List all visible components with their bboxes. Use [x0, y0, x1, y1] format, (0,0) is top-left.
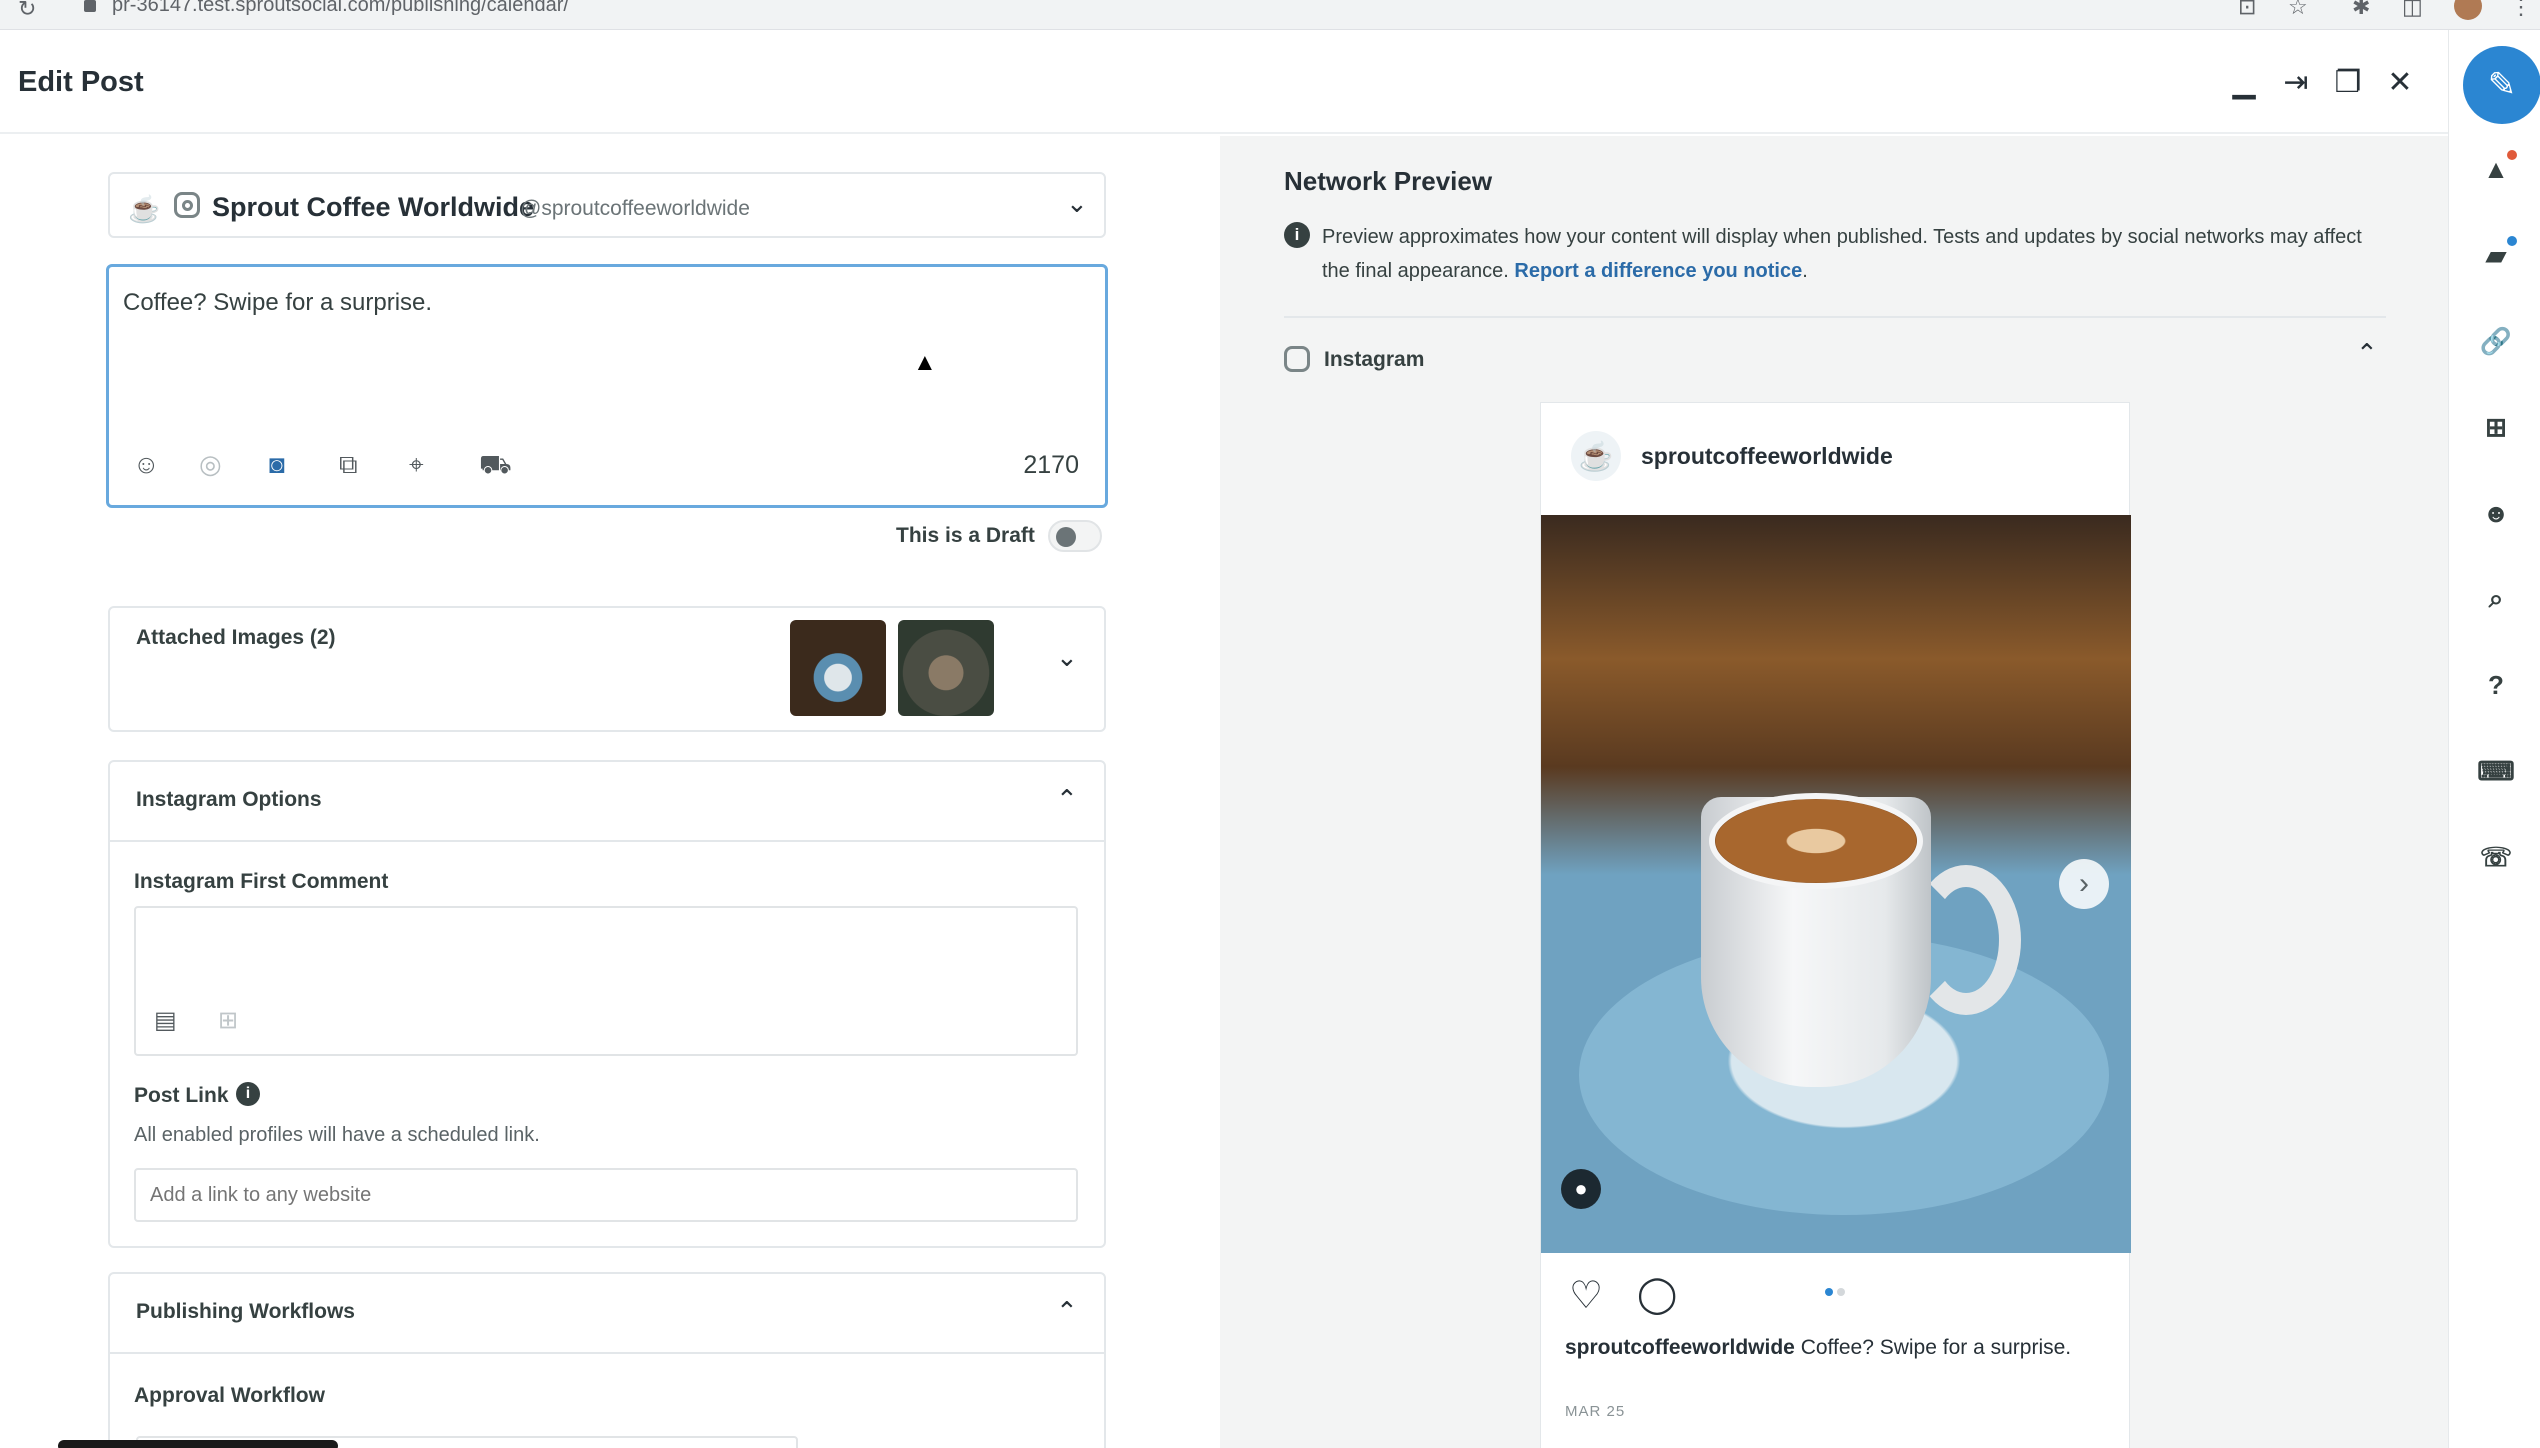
post-link-helper: All enabled profiles will have a schedul… [134, 1124, 540, 1146]
close-icon[interactable]: ✕ [2382, 64, 2418, 100]
chevron-up-icon[interactable]: ⌄ [1056, 782, 1078, 813]
help-icon[interactable]: ? [2479, 668, 2513, 702]
emoji-icon[interactable]: ☺ [133, 449, 160, 480]
instagram-options-section: Instagram Options ⌄ Instagram First Comm… [108, 760, 1106, 1248]
instagram-icon [1284, 346, 1310, 372]
draft-toggle[interactable] [1048, 520, 1102, 552]
compose-button[interactable]: ✎ [2463, 46, 2540, 124]
lock-icon [84, 0, 96, 12]
carousel-dot [1837, 1288, 1845, 1296]
preview-disclaimer: Preview approximates how your content wi… [1322, 220, 2362, 288]
reload-icon[interactable]: ↻ [18, 0, 36, 22]
star-icon[interactable]: ☆ [2288, 0, 2308, 20]
network-label: Instagram [1324, 348, 1425, 371]
preview-title: Network Preview [1284, 166, 1493, 196]
post-date: MAR 25 [1565, 1403, 1626, 1420]
chevron-up-icon[interactable]: ⌄ [2356, 336, 2378, 367]
comment-icon[interactable]: ▤ [154, 1006, 177, 1035]
instagram-icon [174, 192, 200, 218]
period: . [1802, 260, 1808, 282]
minimize-button[interactable]: ▁ [2226, 64, 2262, 100]
support-icon[interactable]: ☏ [2479, 840, 2513, 874]
message-composer[interactable]: Coffee? Swipe for a surprise. ▲ ☺ ◎ ◙ ⧉ … [106, 264, 1108, 508]
divider [1284, 316, 2386, 318]
people-icon[interactable]: ☻ [2479, 496, 2513, 530]
carousel-dot-active [1825, 1288, 1833, 1296]
gif-icon[interactable]: ◎ [199, 449, 222, 480]
user-tag-icon[interactable]: ● [1561, 1169, 1601, 1209]
link-icon[interactable]: 🔗 [2479, 324, 2513, 358]
first-comment-input[interactable]: ▤ ⊞ [134, 906, 1078, 1056]
photo-coffee [1709, 793, 1923, 889]
post-link-label: Post Link [134, 1084, 229, 1107]
publishing-workflows-title: Publishing Workflows [136, 1300, 355, 1323]
address-bar[interactable]: pr-36147.test.sproutsocial.com/publishin… [112, 0, 569, 17]
divider [110, 1352, 1104, 1354]
collapse-icon[interactable]: ⇥ [2278, 64, 2314, 100]
approval-workflow-label: Approval Workflow [134, 1384, 325, 1407]
message-dot [2507, 236, 2517, 246]
report-difference-link[interactable]: Report a difference you notice [1514, 260, 1802, 282]
browser-avatar[interactable] [2454, 0, 2482, 20]
scrollbar-handle[interactable] [58, 1440, 338, 1448]
keyboard-icon[interactable]: ⌨ [2477, 754, 2515, 788]
add-media-icon[interactable]: ⊞ [218, 1006, 238, 1035]
network-preview-panel: Network Preview i Preview approximates h… [1220, 136, 2448, 1448]
attached-images-label: Attached Images (2) [136, 626, 336, 649]
draft-label: This is a Draft [896, 524, 1035, 547]
toggle-knob [1056, 527, 1076, 547]
camera-icon[interactable]: ◙ [269, 449, 285, 480]
avatar: ☕ [1571, 431, 1621, 481]
divider [110, 840, 1104, 842]
instagram-post-preview: ☕ sproutcoffeeworldwide › ● ♡ ◯ sproutco… [1540, 402, 2131, 1448]
image-thumbnail-coffee[interactable] [790, 620, 886, 716]
composer-panel: ☕ Sprout Coffee Worldwide @sproutcoffeew… [0, 136, 1220, 1448]
post-photo: › ● [1541, 515, 2131, 1253]
page-title: Edit Post [18, 66, 144, 98]
edit-post-header: Edit Post ▁ ⇥ ❐ ✕ [0, 30, 2448, 134]
popout-icon[interactable]: ❐ [2330, 64, 2366, 100]
messages-icon[interactable]: ▰ [2479, 236, 2517, 272]
global-nav-rail: ✎ ▲ ▰ 🔗 ⊞ ☻ ⌕ ? ⌨ ☏ [2448, 30, 2540, 1448]
comment-bubble-icon: ◯ [1637, 1273, 1678, 1314]
chevron-down-icon[interactable]: ⌄ [1056, 642, 1078, 673]
preview-username: sproutcoffeeworldwide [1641, 443, 1893, 469]
caption-username: sproutcoffeeworldwide [1565, 1336, 1795, 1359]
profile-handle: @sproutcoffeeworldwide [520, 197, 750, 220]
heart-icon: ♡ [1569, 1275, 1604, 1317]
install-icon[interactable]: ⊡ [2238, 0, 2256, 20]
location-icon[interactable]: ⌖ [409, 449, 424, 481]
info-icon[interactable]: i [236, 1082, 260, 1106]
post-link-input[interactable] [134, 1168, 1078, 1222]
attached-images-section[interactable]: Attached Images (2) ⌄ [108, 606, 1106, 732]
mouse-cursor-icon: ▲ [913, 349, 937, 376]
extensions-icon[interactable]: ✱ [2352, 0, 2370, 20]
first-comment-label: Instagram First Comment [134, 870, 389, 893]
shopping-cart-icon[interactable]: ⛟ [479, 449, 512, 484]
publishing-workflows-section: Publishing Workflows ⌄ Approval Workflow [108, 1272, 1106, 1448]
chevron-up-icon[interactable]: ⌄ [1056, 1294, 1078, 1325]
profile-name: Sprout Coffee Worldwide [212, 192, 534, 222]
info-icon: i [1284, 222, 1310, 248]
instagram-options-title: Instagram Options [136, 788, 322, 811]
image-thumbnail-capybara[interactable] [898, 620, 994, 716]
caption-text: Coffee? Swipe for a surprise. [1800, 1336, 2072, 1359]
browser-menu-icon[interactable]: ⋮ [2510, 0, 2532, 20]
preview-info-text: Preview approximates how your content wi… [1322, 226, 2362, 282]
search-icon[interactable]: ⌕ [2479, 582, 2513, 616]
alert-icon[interactable]: ▲ [2479, 150, 2517, 186]
browser-bar: ↻ pr-36147.test.sproutsocial.com/publish… [0, 0, 2540, 30]
profile-selector[interactable]: ☕ Sprout Coffee Worldwide @sproutcoffeew… [108, 172, 1106, 238]
message-text[interactable]: Coffee? Swipe for a surprise. [123, 289, 432, 317]
sidepanel-icon[interactable]: ◫ [2402, 0, 2423, 20]
carousel-dots [1825, 1283, 1849, 1301]
character-count: 2170 [1023, 451, 1079, 479]
coffee-cup-icon: ☕ [128, 194, 161, 224]
media-library-icon[interactable]: ⧉ [339, 449, 358, 481]
add-icon[interactable]: ⊞ [2479, 410, 2513, 444]
notification-dot [2507, 150, 2517, 160]
chevron-right-icon[interactable]: › [2059, 859, 2109, 909]
post-caption: sproutcoffeeworldwide Coffee? Swipe for … [1565, 1333, 2095, 1362]
chevron-down-icon[interactable]: ⌄ [1066, 188, 1088, 219]
